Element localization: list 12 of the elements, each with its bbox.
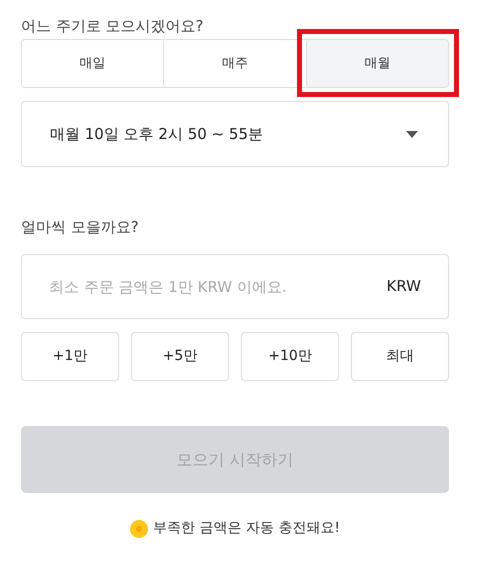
caret-icon [406, 130, 418, 138]
question-label: 얼마씩 모을까요? [21, 217, 140, 238]
quick-amount-button[interactable]: +5만 [131, 332, 229, 381]
schedule-dropdown[interactable]: 매월 10일 오후 2시 50 ~ 55분 [21, 101, 449, 167]
footnote-text: 부족한 금액은 자동 충전돼요! [153, 519, 340, 538]
question-label: 어느 주기로 모으시겠어요? [21, 16, 204, 37]
currency-unit: KRW [386, 276, 421, 297]
quick-amount-button[interactable]: +1만 [21, 332, 119, 381]
quick-amount-button[interactable]: +10만 [241, 332, 339, 381]
cycle-tab[interactable]: 매월 [306, 40, 448, 87]
quick-amount-button[interactable]: 최대 [351, 332, 449, 381]
coin-icon [130, 520, 148, 538]
